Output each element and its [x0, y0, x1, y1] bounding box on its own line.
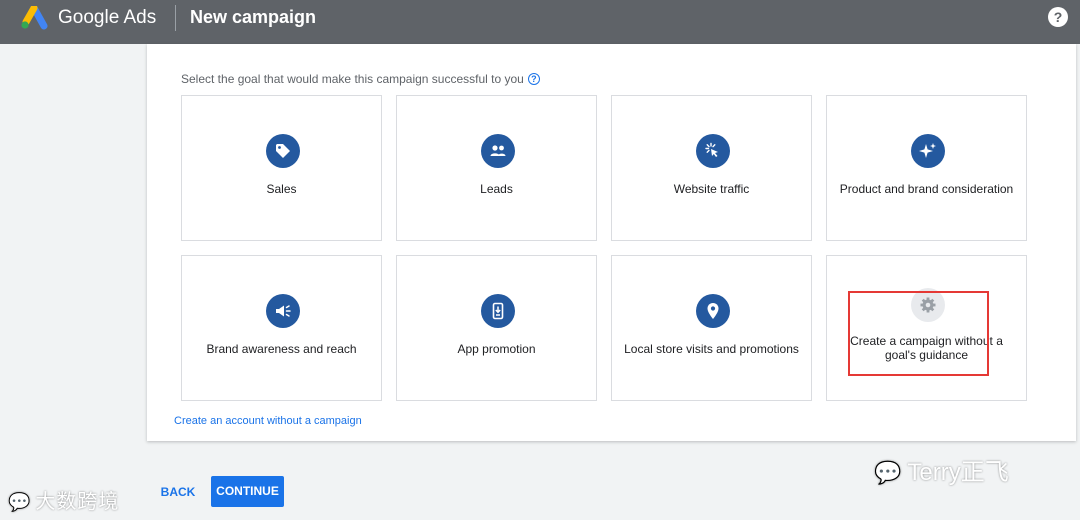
- goal-card-app-promotion[interactable]: App promotion: [396, 255, 597, 401]
- goal-card-brand-awareness[interactable]: Brand awareness and reach: [181, 255, 382, 401]
- goal-label: Product and brand consideration: [839, 182, 1014, 196]
- goal-card-website-traffic[interactable]: Website traffic: [611, 95, 812, 241]
- cursor-click-icon: [696, 134, 730, 168]
- watermark-left-text: 大数跨境: [35, 491, 120, 513]
- wechat-icon: 💬: [8, 492, 32, 512]
- megaphone-icon: [266, 294, 300, 328]
- goal-label: App promotion: [457, 342, 536, 356]
- goal-card-sales[interactable]: Sales: [181, 95, 382, 241]
- continue-button[interactable]: CONTINUE: [211, 476, 284, 507]
- goal-prompt-text: Select the goal that would make this cam…: [181, 72, 524, 86]
- back-button[interactable]: BACK: [155, 477, 201, 507]
- goal-label: Website traffic: [673, 182, 750, 196]
- tag-icon: [266, 134, 300, 168]
- goal-prompt: Select the goal that would make this cam…: [181, 72, 540, 86]
- location-pin-icon: [696, 294, 730, 328]
- goal-label: Brand awareness and reach: [206, 342, 357, 356]
- goal-label: Leads: [480, 182, 513, 196]
- brand-name: Google Ads: [58, 7, 157, 28]
- phone-download-icon: [481, 294, 515, 328]
- goal-card-local-store-visits[interactable]: Local store visits and promotions: [611, 255, 812, 401]
- header-divider: [175, 5, 176, 31]
- help-outline-icon[interactable]: ?: [527, 73, 540, 85]
- help-icon[interactable]: ?: [1048, 7, 1068, 27]
- sparkle-icon: [911, 134, 945, 168]
- create-account-without-campaign-link[interactable]: Create an account without a campaign: [174, 415, 362, 427]
- watermark-right: 💬 Terry正飞: [874, 452, 1009, 487]
- watermark-left: 💬 大数跨境: [8, 485, 119, 514]
- goal-label: Sales: [266, 182, 297, 196]
- watermark-right-text: Terry正飞: [907, 459, 1009, 486]
- page-title: New campaign: [190, 7, 317, 27]
- people-icon: [481, 134, 515, 168]
- highlight-annotation: [848, 291, 989, 376]
- goal-card-leads[interactable]: Leads: [396, 95, 597, 241]
- goal-label: Local store visits and promotions: [624, 342, 799, 356]
- wechat-icon: 💬: [874, 460, 902, 485]
- google-ads-logo: [21, 6, 48, 30]
- goal-card-product-brand-consideration[interactable]: Product and brand consideration: [826, 95, 1027, 241]
- top-bar: Google Ads New campaign ?: [0, 0, 1080, 44]
